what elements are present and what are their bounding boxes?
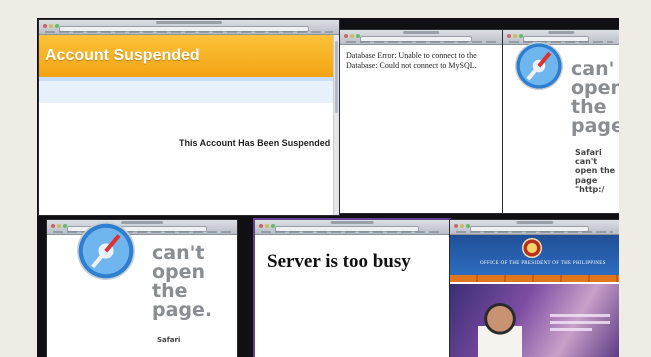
error-detail-line: page [575,175,598,185]
site-nav[interactable] [450,275,619,282]
safari-compass-icon [77,222,135,280]
safari-compass-icon [515,42,563,90]
monitor-photo: Account Suspended This Account Has Been … [37,18,619,357]
browser-toolbar [255,220,449,235]
account-suspended-banner: Account Suspended [39,35,339,77]
window-server-busy: Server is too busy [255,220,449,357]
presidential-seal-icon [522,238,542,258]
window-account-suspended: Account Suspended This Account Has Been … [39,20,339,215]
server-busy-message: Server is too busy [267,251,411,272]
browser-toolbar [47,220,237,235]
error-heading-line: page [571,115,619,137]
browser-toolbar [503,30,619,45]
browser-toolbar [340,30,502,45]
error-detail-line: can't [575,157,598,167]
browser-toolbar [450,220,619,235]
suspended-message: This Account Has Been Suspended [179,138,331,148]
database-error-text: Database Error: Unable to connect to the… [346,51,477,70]
error-detail-line: "http:/ [575,184,605,194]
site-header: OFFICE OF THE PRESIDENT OF THE PHILIPPIN… [450,235,619,275]
window-president-site: OFFICE OF THE PRESIDENT OF THE PHILIPPIN… [450,220,619,357]
scrollbar[interactable] [333,35,339,215]
president-photo [478,302,522,357]
window-database-error: Database Error: Unable to connect to the… [340,30,502,213]
window-safari-error-left: can't open the page. Safari [47,220,237,357]
error-detail-line: Safari [575,148,602,157]
error-detail-line: open the [575,166,616,176]
window-safari-error-right: can' open the page Safari can't open the… [503,30,619,213]
error-heading-line: page. [152,299,213,321]
hero-caption [550,314,610,335]
browser-toolbar [39,20,339,35]
error-detail-line: Safari [157,336,181,344]
site-title: OFFICE OF THE PRESIDENT OF THE PHILIPPIN… [480,261,606,266]
